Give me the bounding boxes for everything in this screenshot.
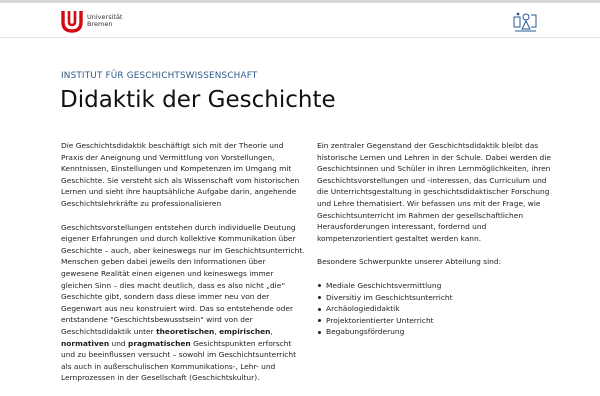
right-column: Ein zentraler Gegenstand der Geschichtsd…: [317, 140, 557, 338]
list-item: Begabungsförderung: [317, 326, 557, 338]
focus-intro: Besondere Schwerpunkte unserer Abteilung…: [317, 257, 502, 267]
uni-bremen-logo-icon: [61, 11, 83, 33]
term-normative: normativen: [61, 338, 110, 348]
intro-paragraph: Die Geschichtsdidaktik beschäftigt sich …: [61, 141, 300, 208]
institute-emblem-icon[interactable]: [512, 11, 538, 33]
logo-line-2: Bremen: [87, 20, 113, 28]
list-item: Mediale Geschichtsvermittlung: [317, 280, 557, 292]
term-theoretical: theoretischen: [156, 326, 215, 336]
page-title: Didaktik der Geschichte: [60, 87, 336, 113]
term-empirical: empirischen: [219, 326, 271, 336]
logo-wordmark: Universität Bremen: [87, 13, 122, 29]
separator: ,: [270, 326, 273, 336]
university-logo[interactable]: Universität Bremen: [61, 9, 122, 33]
institute-label[interactable]: INSTITUT FÜR GESCHICHTSWISSENSCHAFT: [61, 71, 257, 81]
consciousness-text-a: Geschichtsvorstellungen entstehen durch …: [61, 222, 305, 336]
site-header: Universität Bremen: [0, 3, 600, 37]
header-divider: [0, 37, 600, 38]
term-pragmatic: pragmatischen: [128, 338, 191, 348]
focus-list: Mediale Geschichtsvermittlung Diversitiy…: [317, 280, 557, 338]
list-item: Archäologiedidaktik: [317, 303, 557, 315]
list-item: Diversitiy im Geschichtsunterricht: [317, 292, 557, 304]
left-column: Die Geschichtsdidaktik beschäftigt sich …: [61, 140, 305, 396]
consciousness-paragraph: Geschichtsvorstellungen entstehen durch …: [61, 222, 305, 384]
school-learning-paragraph: Ein zentraler Gegenstand der Geschichtsd…: [317, 141, 551, 243]
list-item: Projektorientierter Unterricht: [317, 315, 557, 327]
separator: und: [109, 338, 129, 348]
